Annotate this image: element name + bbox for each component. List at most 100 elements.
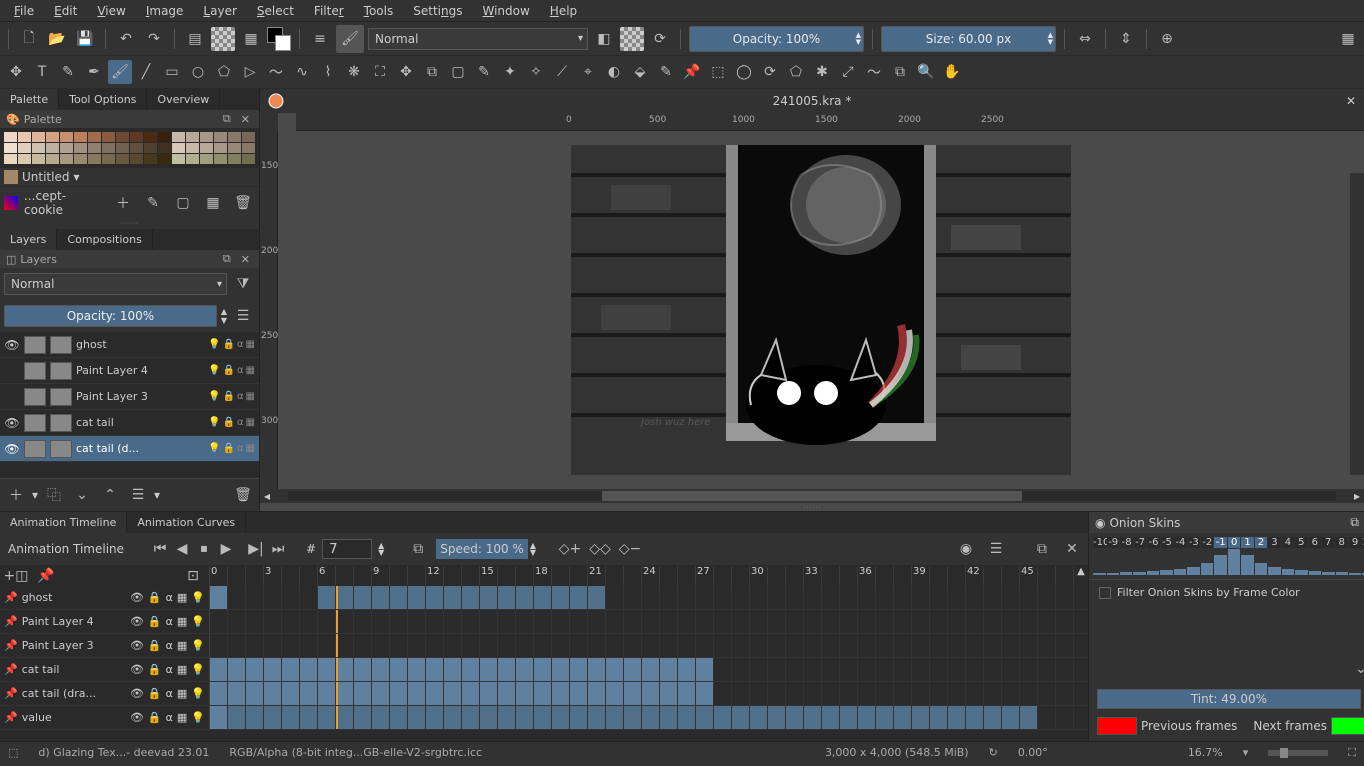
freehand-select-icon[interactable]: ⟳	[758, 60, 782, 84]
onion-bar[interactable]	[1282, 569, 1294, 575]
frame-cell[interactable]	[840, 586, 858, 609]
frame-cell[interactable]	[714, 706, 732, 729]
frame-cell[interactable]	[246, 706, 264, 729]
palette-swatch[interactable]	[242, 143, 255, 153]
frame-cell[interactable]	[948, 682, 966, 705]
layer-props-icon[interactable]: ☰	[126, 483, 150, 507]
menu-help[interactable]: Help	[540, 2, 587, 20]
frame-cell[interactable]	[534, 658, 552, 681]
frame-cell[interactable]	[444, 706, 462, 729]
frame-cell[interactable]	[624, 658, 642, 681]
onion-range-item[interactable]: 5	[1295, 537, 1307, 548]
open-file-icon[interactable]: 📂	[45, 27, 69, 51]
frame-cell[interactable]	[714, 610, 732, 633]
frame-cell[interactable]	[300, 610, 318, 633]
visibility-icon[interactable]: 👁	[4, 338, 20, 352]
frame-cell[interactable]	[660, 682, 678, 705]
frame-cell[interactable]	[840, 682, 858, 705]
frame-cell[interactable]	[480, 682, 498, 705]
frame-cell[interactable]	[246, 682, 264, 705]
frame-cell[interactable]	[714, 634, 732, 657]
alpha-lock-icon[interactable]	[620, 27, 644, 51]
palette-swatch[interactable]	[158, 154, 171, 164]
frame-cell[interactable]	[642, 610, 660, 633]
onion-range-item[interactable]: 1	[1241, 537, 1253, 548]
frame-cell[interactable]	[336, 586, 354, 609]
zoom-tool-icon[interactable]: 🔍	[914, 60, 938, 84]
layer-row[interactable]: Paint Layer 4💡🔒α▦	[0, 358, 259, 384]
frame-cell[interactable]	[822, 586, 840, 609]
timeline-row[interactable]: 📌cat tail👁🔒α▦💡	[0, 658, 1088, 682]
palette-swatch[interactable]	[60, 132, 73, 142]
undo-icon[interactable]: ↶	[114, 27, 138, 51]
status-zoom[interactable]: 16.7%	[1188, 746, 1223, 759]
palette-swatch[interactable]	[228, 154, 241, 164]
frame-cell[interactable]	[1056, 658, 1074, 681]
frame-cell[interactable]	[462, 658, 480, 681]
frame-cell[interactable]	[570, 682, 588, 705]
pin-icon[interactable]: 📌	[4, 615, 18, 628]
frame-cell[interactable]	[570, 610, 588, 633]
rect-tool-icon[interactable]: ▭	[160, 60, 184, 84]
frame-cell[interactable]	[462, 682, 480, 705]
frame-cell[interactable]	[480, 634, 498, 657]
frame-cell[interactable]	[768, 610, 786, 633]
frame-cell[interactable]	[390, 610, 408, 633]
frame-cell[interactable]	[552, 586, 570, 609]
reload-icon[interactable]: ⟳	[648, 27, 672, 51]
palette-swatch[interactable]	[102, 132, 115, 142]
frame-cell[interactable]	[786, 658, 804, 681]
frame-cell[interactable]	[480, 658, 498, 681]
frame-cell[interactable]	[516, 610, 534, 633]
palette-name[interactable]: Untitled	[22, 170, 69, 184]
frame-cell[interactable]	[984, 610, 1002, 633]
frame-cell[interactable]	[570, 706, 588, 729]
visibility-icon[interactable]	[4, 388, 20, 405]
brush-editor-icon[interactable]: ≡	[308, 27, 332, 51]
onion-bar[interactable]	[1120, 572, 1132, 575]
frame-cell[interactable]	[1038, 658, 1056, 681]
onion-range-item[interactable]: 3	[1268, 537, 1280, 548]
fullscreen-icon[interactable]: ⛶	[1348, 746, 1356, 760]
menu-settings[interactable]: Settings	[403, 2, 472, 20]
palette-swatch[interactable]	[200, 132, 213, 142]
move-icon[interactable]: ✥	[394, 60, 418, 84]
pin-icon[interactable]: 📌	[4, 639, 18, 652]
frame-cell[interactable]	[678, 586, 696, 609]
frame-cell[interactable]	[984, 634, 1002, 657]
frame-cell[interactable]	[948, 586, 966, 609]
frame-cell[interactable]	[786, 586, 804, 609]
frame-cell[interactable]	[354, 634, 372, 657]
frame-cell[interactable]	[264, 610, 282, 633]
frame-cell[interactable]	[390, 586, 408, 609]
onion-bar[interactable]	[1187, 567, 1199, 575]
delete-layer-icon[interactable]: 🗑	[231, 483, 255, 507]
frame-cell[interactable]	[786, 706, 804, 729]
frame-cell[interactable]	[1020, 658, 1038, 681]
frame-cell[interactable]	[1020, 586, 1038, 609]
pin-tl-layer-icon[interactable]: 📌	[34, 564, 58, 588]
frame-cell[interactable]	[498, 682, 516, 705]
ellipse-select-icon[interactable]: ◯	[732, 60, 756, 84]
frame-cell[interactable]	[444, 658, 462, 681]
remove-keyframe-icon[interactable]: ◇−	[618, 537, 642, 561]
frame-cell[interactable]	[912, 586, 930, 609]
frame-cell[interactable]	[498, 586, 516, 609]
tab-animation-timeline[interactable]: Animation Timeline	[0, 512, 127, 533]
frame-cell[interactable]	[552, 706, 570, 729]
frame-cell[interactable]	[732, 658, 750, 681]
frame-cell[interactable]	[318, 682, 336, 705]
pin-icon[interactable]: 📌	[4, 591, 18, 604]
palette-swatch[interactable]	[46, 132, 59, 142]
onion-range-item[interactable]: -6	[1147, 537, 1159, 548]
frame-cell[interactable]	[228, 658, 246, 681]
frame-cell[interactable]	[732, 610, 750, 633]
frame-cell[interactable]	[660, 610, 678, 633]
frame-cell[interactable]	[498, 634, 516, 657]
palette-swatch[interactable]	[172, 154, 185, 164]
reference-icon[interactable]: ⌖	[576, 60, 600, 84]
frame-cell[interactable]	[624, 610, 642, 633]
gradient-tool-icon[interactable]: ◐	[602, 60, 626, 84]
tab-tool-options[interactable]: Tool Options	[59, 89, 147, 110]
frame-cell[interactable]	[876, 586, 894, 609]
